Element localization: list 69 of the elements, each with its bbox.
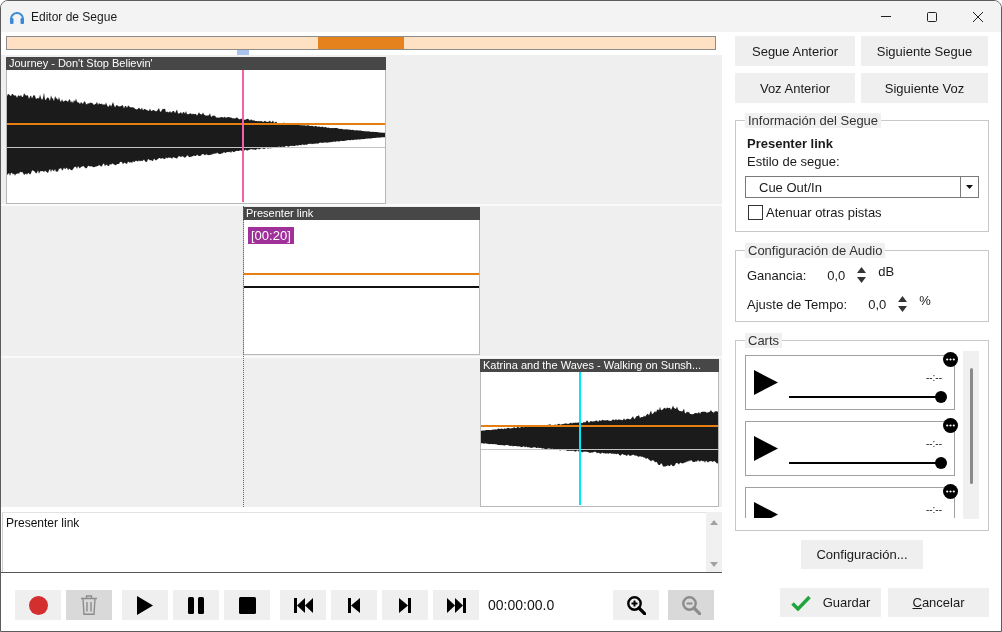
segue-name: Presenter link <box>747 136 834 151</box>
play-button[interactable] <box>122 590 168 620</box>
pause-icon <box>188 596 204 614</box>
field-label: Ganancia: <box>747 267 807 283</box>
spin-arrows-icon[interactable] <box>857 267 867 283</box>
time-display: 00:00:00.0 <box>488 596 555 615</box>
window-title: Editor de Segue <box>31 9 118 24</box>
position-handle[interactable] <box>237 50 249 55</box>
spin-arrows-icon[interactable] <box>898 296 908 312</box>
skip-end-button[interactable] <box>433 590 479 620</box>
number-field[interactable]: 0,0 <box>827 267 846 283</box>
save-button[interactable]: Guardar <box>780 588 881 617</box>
more-icon[interactable] <box>943 418 958 433</box>
group-title: Carts <box>745 333 783 348</box>
record-button[interactable] <box>15 590 61 620</box>
play-icon[interactable] <box>754 370 778 395</box>
zoom-out-icon <box>681 595 701 615</box>
record-icon <box>28 595 48 615</box>
number-field[interactable]: 0,0 <box>868 296 887 312</box>
clip-title: Katrina and the Waves - Walking on Sunsh... <box>480 358 719 372</box>
nav-button[interactable]: Siguiente Voz <box>861 73 988 103</box>
time-tag: [00:20] <box>248 227 294 245</box>
stop-icon <box>238 596 256 614</box>
zoom-in-icon <box>626 595 646 615</box>
stop-button[interactable] <box>224 590 270 620</box>
more-icon[interactable] <box>943 352 958 367</box>
scrollbar[interactable] <box>963 351 979 519</box>
skip-back-icon <box>293 597 313 613</box>
step-back-icon <box>348 597 360 613</box>
pause-button[interactable] <box>173 590 219 620</box>
caret-icon <box>966 185 973 189</box>
unit-label: dB <box>878 265 895 279</box>
play-icon[interactable] <box>754 436 778 461</box>
clip-title: Presenter link <box>243 207 480 221</box>
previous-button[interactable] <box>331 590 377 620</box>
clip-title: Journey - Don't Stop Believin' <box>6 57 386 70</box>
skip-forward-icon <box>446 597 466 613</box>
trash-icon <box>81 595 97 615</box>
next-button[interactable] <box>382 590 428 620</box>
settings-button[interactable]: Configuración... <box>801 540 923 569</box>
slider-thumb[interactable] <box>935 457 947 469</box>
nav-button[interactable]: Siguiente Segue <box>861 36 988 66</box>
notes-field[interactable]: Presenter link <box>2 512 706 572</box>
cart-time: --:-- <box>925 372 942 383</box>
field-label: Ajuste de Tempo: <box>747 296 848 312</box>
maximize-icon <box>927 11 937 22</box>
group-title: Configuración de Audio <box>745 243 886 258</box>
slider-thumb[interactable] <box>935 391 947 403</box>
nav-button[interactable]: Voz Anterior <box>735 73 855 103</box>
skip-start-button[interactable] <box>280 590 326 620</box>
group-title: Información del Segue <box>745 113 882 128</box>
play-icon <box>137 595 153 615</box>
style-dropdown[interactable]: Cue Out/In <box>745 176 979 198</box>
overview-bar[interactable] <box>6 36 716 50</box>
field-label: Estilo de segue: <box>747 154 841 169</box>
check-icon <box>790 594 811 611</box>
cancel-button[interactable]: Cancelar <box>888 588 989 617</box>
cart-time: --:-- <box>925 504 942 515</box>
scroll-thumb[interactable] <box>969 368 973 484</box>
minimize-icon <box>881 16 891 17</box>
checkbox-label: Atenuar otras pistas <box>766 205 882 220</box>
close-icon <box>973 11 983 22</box>
more-icon[interactable] <box>943 484 958 499</box>
step-forward-icon <box>399 597 411 613</box>
checkbox[interactable] <box>748 205 763 220</box>
unit-label: % <box>919 294 931 308</box>
nav-button[interactable]: Segue Anterior <box>735 36 855 66</box>
cart-time: --:-- <box>925 438 942 449</box>
zoom-in-button[interactable] <box>613 590 659 620</box>
